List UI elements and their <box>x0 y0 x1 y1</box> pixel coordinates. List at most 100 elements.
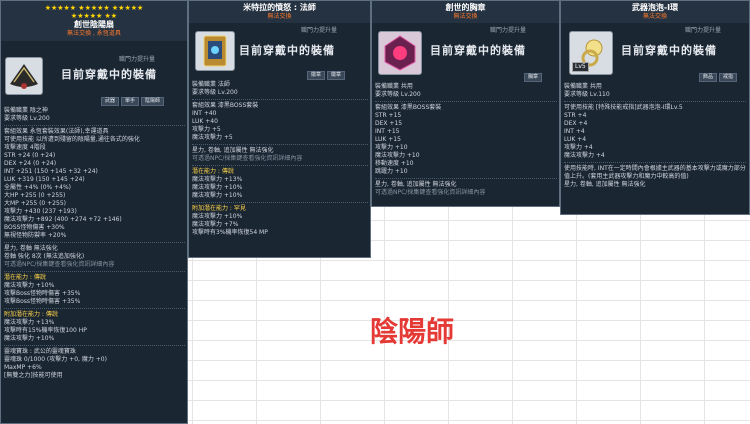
additional-potential-line: 魔法攻擊力 +10% <box>192 213 243 220</box>
stat-line: 攻擊速度 4階段 <box>4 144 46 151</box>
stat-line: DEX +24 (0 +24) <box>4 160 57 167</box>
item-tags: 胸章 <box>524 73 543 82</box>
stat-line: 套組效果 永恆套裝效果(法師),幸運道具 <box>4 128 109 135</box>
stat-line: STR +24 (0 +24) <box>4 152 56 159</box>
emblem-icon <box>195 31 235 71</box>
item-name: 創世的胸章 <box>445 3 486 12</box>
divider <box>4 308 185 309</box>
potential-line: 魔法攻擊力 +10% <box>192 184 243 191</box>
tooltip-header: 武器泡泡-I環 無法交換 <box>561 1 749 23</box>
badge-icon <box>378 31 422 75</box>
stat-line: 裝備職業 共用 <box>375 83 413 90</box>
stat-line: 大HP +255 (0 +255) <box>4 192 66 199</box>
divider <box>4 242 185 243</box>
divider <box>4 125 185 126</box>
stat-line: INT +4 <box>564 128 585 135</box>
soul-line: 靈魂珠 0/1000 (攻擊力 +0, 魔力 +0) <box>4 356 107 363</box>
tooltip-body: 裝備職業 共用 要求等級 Lv.200 套組效果 漆黑BOSS套裝 STR +1… <box>375 83 557 197</box>
stat-line: LUK +319 (150 +145 +24) <box>4 176 85 183</box>
rank-label: 職門力提升量 <box>490 27 527 34</box>
stat-line: 移動速度 +10 <box>375 160 414 167</box>
divider <box>564 101 746 102</box>
potential-line: 攻擊Boss怪物時傷害 +35% <box>4 290 81 297</box>
additional-potential-title: 附加潛在能力 : 傳說 <box>4 311 58 318</box>
ring-icon: Lv5 <box>569 31 613 75</box>
stat-line: 星力, 卷軸 無法強化 <box>4 245 58 252</box>
divider <box>564 162 746 163</box>
additional-potential-line: 魔法攻擊力 +10% <box>4 335 55 342</box>
stat-line: 可使用技能 [特殊技能戒指]武器泡泡-I環Lv.5 <box>564 104 683 111</box>
class-caption: 陰陽師 <box>370 315 455 348</box>
stat-line: 要求等級 Lv.200 <box>192 89 238 96</box>
rank-label: 職門力提升量 <box>119 56 156 63</box>
trade-status: 無法交換 <box>642 13 667 20</box>
item-name: 創世陰陽扇 <box>74 20 114 29</box>
stat-line: 攻擊力 +430 (237 +193) <box>4 208 77 215</box>
stat-line: 可透過NPC/採集鍵查看強化資訊詳細內容 <box>4 261 115 268</box>
stat-line: 星力, 卷軸, 追加屬性 無法強化 <box>192 147 274 154</box>
potential-title: 潛在能力 : 傳說 <box>4 274 46 281</box>
equipped-status-label: 目前穿戴中的裝備 <box>239 44 335 57</box>
stat-line: 攻擊力 +5 <box>192 126 221 133</box>
stat-line: 裝備職業 共用 <box>564 83 602 90</box>
item-tags: 徽章 徽章 <box>307 71 346 80</box>
stat-line: 裝備職業 陰之神 <box>4 107 48 114</box>
stat-line: 全屬性 +4% (0% +4%) <box>4 184 72 191</box>
stat-line: 套組效果 漆黑BOSS套裝 <box>375 104 442 111</box>
level-badge: Lv5 <box>572 62 589 72</box>
stat-line: DEX +15 <box>375 120 403 127</box>
divider <box>4 345 185 346</box>
stat-line: 要求等級 Lv.110 <box>564 91 610 98</box>
equipped-status-label: 目前穿戴中的裝備 <box>61 68 157 81</box>
potential-title: 潛在能力 : 傳說 <box>192 168 234 175</box>
stat-line: 要求等級 Lv.200 <box>4 115 50 122</box>
item-tooltip-ring: 武器泡泡-I環 無法交換 職門力提升量 Lv5 目前穿戴中的裝備 飾品 戒指 裝… <box>560 0 750 215</box>
additional-potential-line: 魔法攻擊力 +7% <box>192 221 239 228</box>
stat-line: 裝備職業 法師 <box>192 81 230 88</box>
item-name: 米特拉的憤怒 : 法師 <box>243 3 316 12</box>
divider <box>4 271 185 272</box>
stat-line: 魔法攻擊力 +4 <box>564 152 605 159</box>
tag-weapon: 武器 <box>101 97 120 106</box>
potential-line: 魔法攻擊力 +10% <box>4 282 55 289</box>
stat-line: 套組效果 漆黑BOSS套裝 <box>192 102 259 109</box>
stat-line: 可使用技能 以所遭到殘留的陰陽量,通往各式的強化 <box>4 136 140 143</box>
stat-line: DEX +4 <box>564 120 588 127</box>
skill-description: 使用技能時, INT在一定時間內會根據主武器的基本攻擊力或魔力部分值上升。(套用… <box>564 165 746 180</box>
stat-line: LUK +40 <box>192 118 218 125</box>
stat-line: 攻擊力 +10 <box>375 144 408 151</box>
trade-status: 無法交換 , 永恆道具 <box>67 30 121 37</box>
tooltip-header: 米特拉的憤怒 : 法師 無法交換 <box>189 1 370 23</box>
divider <box>192 144 368 145</box>
star-force-row-2: ★★★★★ ★★ <box>70 12 118 20</box>
stat-line: INT +15 <box>375 128 400 135</box>
stat-line: 要求等級 Lv.200 <box>375 91 421 98</box>
tooltip-header: ★★★★★ ★★★★★ ★★★★★ ★★★★★ ★★ 創世陰陽扇 無法交換 , … <box>1 1 187 41</box>
soul-line: [無雙之力]技能可使用 <box>4 372 63 379</box>
potential-line: 魔法攻擊力 +10% <box>192 192 243 199</box>
item-tags: 飾品 戒指 <box>699 73 738 82</box>
additional-potential-title: 附加潛在能力 : 罕見 <box>192 205 246 212</box>
tooltip-body: 裝備職業 陰之神 要求等級 Lv.200 套組效果 永恆套裝效果(法師),幸運道… <box>4 107 185 380</box>
item-tooltip-emblem: 米特拉的憤怒 : 法師 無法交換 職門力提升量 目前穿戴中的裝備 徽章 徽章 裝… <box>188 0 371 258</box>
soul-title: 靈魂寶珠 : 武公的靈魂寶珠 <box>4 348 76 355</box>
additional-potential-line: 攻擊時有15%機率恢復100 HP <box>4 327 87 334</box>
trade-status: 無法交換 <box>453 13 478 20</box>
tag-one-handed: 單手 <box>121 97 140 106</box>
tooltip-body: 裝備職業 法師 要求等級 Lv.200 套組效果 漆黑BOSS套裝 INT +4… <box>192 81 368 237</box>
stat-line: 星力, 卷軸, 追加屬性 無法強化 <box>375 181 457 188</box>
tag-badge: 胸章 <box>524 73 543 82</box>
item-tags: 武器 單手 陰陽師 <box>101 97 165 106</box>
divider <box>375 101 557 102</box>
stat-line: BOSS怪物傷害 +30% <box>4 224 65 231</box>
stat-line: 大MP +255 (0 +255) <box>4 200 66 207</box>
item-tooltip-yinyang-fan: ★★★★★ ★★★★★ ★★★★★ ★★★★★ ★★ 創世陰陽扇 無法交換 , … <box>0 0 188 424</box>
star-force-row-1: ★★★★★ ★★★★★ ★★★★★ <box>44 4 144 12</box>
tooltip-body: 裝備職業 共用 要求等級 Lv.110 可使用技能 [特殊技能戒指]武器泡泡-I… <box>564 83 746 189</box>
stat-line: INT +40 <box>192 110 217 117</box>
stat-line: 魔法攻擊力 +5 <box>192 134 233 141</box>
additional-potential-line: 魔法攻擊力 +13% <box>4 319 55 326</box>
tag-emblem-2: 徽章 <box>327 71 346 80</box>
stat-line: LUK +4 <box>564 136 587 143</box>
additional-potential-line: 攻擊時有3%機率恢復54 MP <box>192 229 268 236</box>
